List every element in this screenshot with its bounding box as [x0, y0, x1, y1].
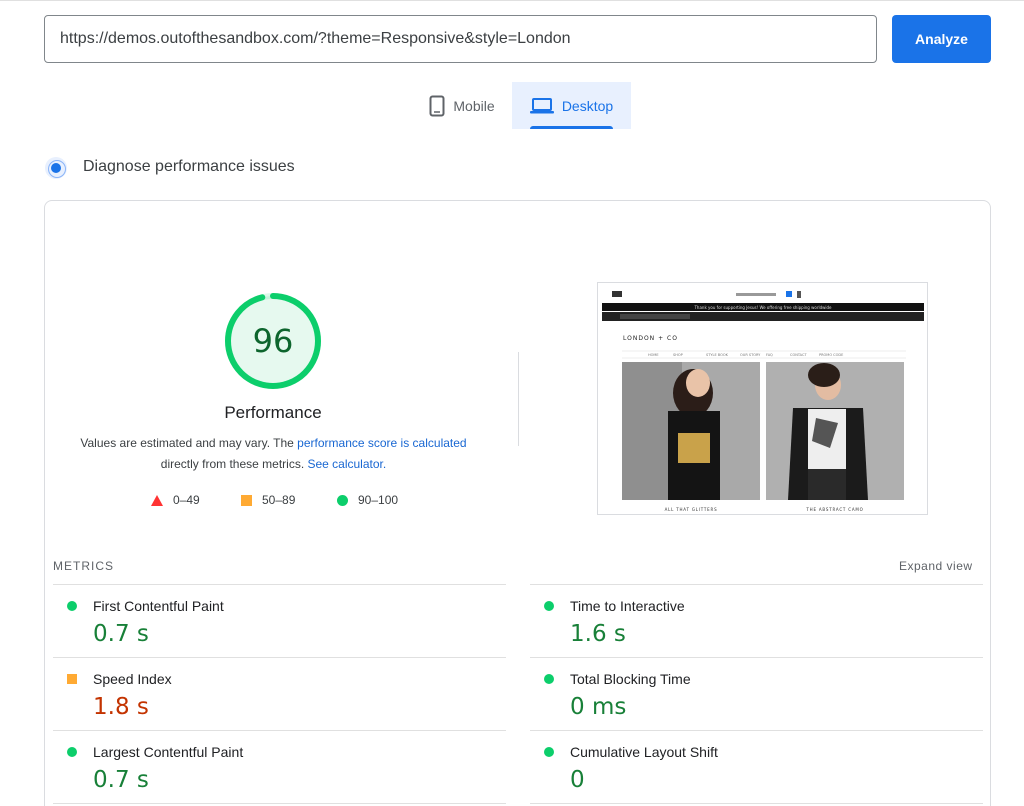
tab-desktop-label: Desktop [561, 97, 614, 114]
thumb-nav-item: CONTACT [790, 353, 807, 357]
metric-name: Largest Contentful Paint [93, 744, 244, 760]
thumb-nav-item: STYLE BOOK [706, 353, 729, 357]
metric-value: 0.7 s [93, 621, 149, 647]
metrics-title: METRICS [53, 559, 114, 573]
page-screenshot: Thank you for supporting Jesus! We offer… [597, 282, 928, 515]
metric-value: 1.6 s [570, 621, 626, 647]
metric-name: First Contentful Paint [93, 598, 224, 614]
legend-pass-label: 90–100 [358, 493, 399, 507]
legend-fail-label: 0–49 [173, 493, 200, 507]
performance-score: 96 [252, 322, 294, 360]
legend-average-label: 50–89 [262, 493, 296, 507]
thumb-nav-item: PROMO CODE [819, 353, 843, 357]
square-icon [67, 674, 77, 684]
metric-name: Total Blocking Time [570, 671, 691, 687]
performance-label: Performance [224, 403, 322, 422]
description-text-2: directly from these metrics. [160, 457, 308, 471]
metrics-bottom-divider-right [530, 803, 983, 804]
vertical-divider [518, 352, 519, 446]
score-calculated-link[interactable]: performance score is calculated [297, 436, 466, 450]
phone-icon [429, 95, 445, 116]
metric-item: Time to Interactive 1.6 s [530, 584, 983, 657]
metric-value: 0.7 s [93, 767, 149, 793]
circle-icon [67, 747, 77, 757]
tab-mobile[interactable]: Mobile [412, 82, 512, 129]
circle-icon [67, 601, 77, 611]
legend-fail: 0–49 [151, 492, 200, 508]
metric-name: Cumulative Layout Shift [570, 744, 718, 760]
metric-value: 0 [570, 767, 585, 793]
metric-item: Cumulative Layout Shift 0 [530, 730, 983, 803]
svg-text:ALL THAT GLITTERS: ALL THAT GLITTERS [665, 507, 718, 512]
metric-item: Speed Index 1.8 s [53, 657, 506, 730]
analyze-button[interactable]: Analyze [892, 15, 991, 63]
url-input[interactable] [44, 15, 877, 63]
metric-item: Largest Contentful Paint 0.7 s [53, 730, 506, 803]
metrics-bottom-divider-left [53, 803, 506, 804]
metric-name: Speed Index [93, 671, 172, 687]
circle-icon [544, 674, 554, 684]
circle-icon [544, 747, 554, 757]
see-calculator-link[interactable]: See calculator. [307, 457, 386, 471]
metric-name: Time to Interactive [570, 598, 685, 614]
screenshot-thumbnail: Thank you for supporting Jesus! We offer… [598, 283, 927, 514]
metric-item: Total Blocking Time 0 ms [530, 657, 983, 730]
legend-pass: 90–100 [337, 492, 398, 508]
thumb-nav-item: FAQ [766, 353, 773, 357]
top-divider [0, 0, 1024, 1]
square-icon [241, 494, 252, 506]
svg-text:THE ABSTRACT CAMO: THE ABSTRACT CAMO [805, 507, 863, 512]
thumb-nav-item: SHOP [673, 353, 683, 357]
svg-text:LONDON + CO: LONDON + CO [623, 335, 678, 342]
section-title: Diagnose performance issues [83, 158, 295, 175]
metric-item: First Contentful Paint 0.7 s [53, 584, 506, 657]
triangle-icon [151, 494, 163, 506]
svg-text:Thank you for supporting Jesus: Thank you for supporting Jesus! We offer… [693, 305, 832, 310]
tab-mobile-label: Mobile [453, 97, 495, 114]
laptop-icon [529, 97, 554, 113]
active-tab-indicator [530, 126, 613, 129]
diagnose-icon [45, 157, 67, 179]
circle-icon [544, 601, 554, 611]
metric-value: 1.8 s [93, 694, 149, 720]
tab-desktop[interactable]: Desktop [512, 82, 631, 129]
legend-average: 50–89 [241, 492, 295, 508]
performance-description: Values are estimated and may vary. The p… [60, 433, 487, 475]
circle-icon [337, 494, 348, 506]
description-text-1: Values are estimated and may vary. The [80, 436, 298, 450]
metric-value: 0 ms [570, 694, 627, 720]
expand-view-button[interactable]: Expand view [899, 559, 973, 573]
thumb-nav-item: HOME [648, 353, 659, 357]
thumb-nav-item: OUR STORY [740, 353, 761, 357]
